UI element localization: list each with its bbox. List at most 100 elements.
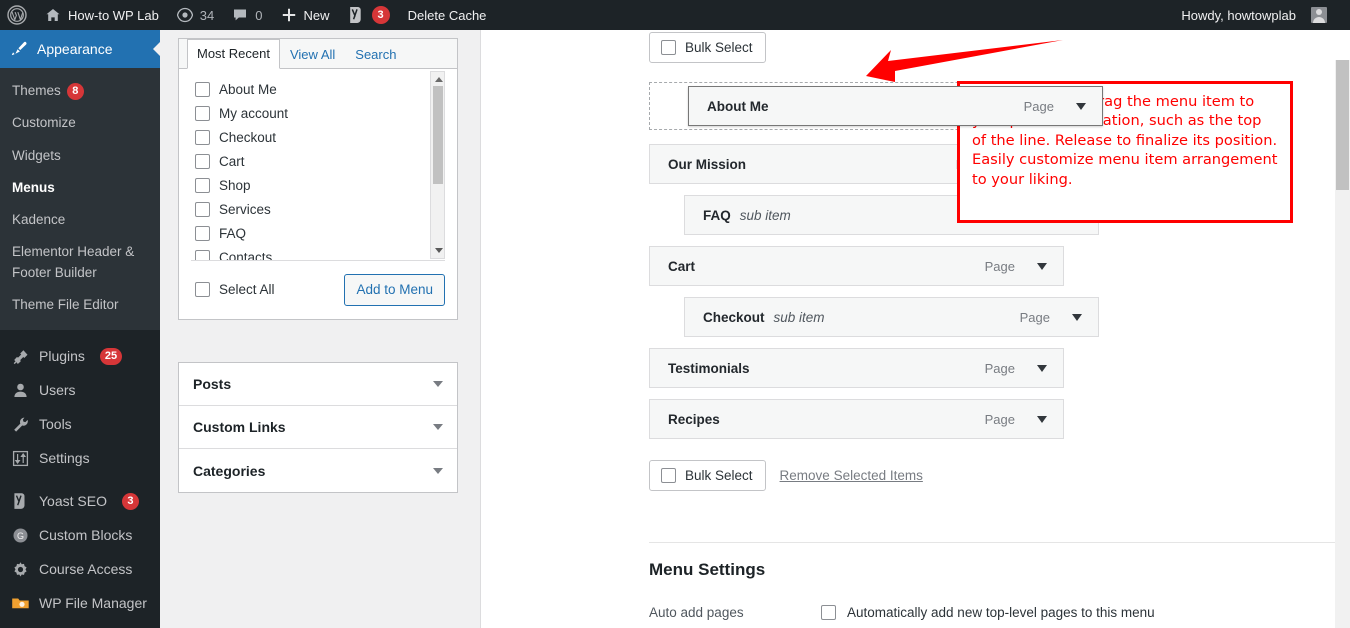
bulk-select-top-button[interactable]: Bulk Select [649,32,766,63]
chevron-down-icon[interactable] [1037,364,1047,372]
tab-most-recent[interactable]: Most Recent [187,39,280,69]
sidebar-subitem-kadence[interactable]: Kadence [0,204,160,236]
site-name-button[interactable]: How-to WP Lab [36,0,168,30]
auto-add-pages-checkbox[interactable] [821,604,836,620]
custom-blocks-icon: G [10,527,30,544]
page-checkbox-cart[interactable] [195,153,210,169]
add-menu-items-panel: Most Recent View All Search About Me My … [178,38,458,320]
tab-label: View All [289,47,336,63]
bulk-select-top: Bulk Select [649,32,766,63]
page-checkbox-faq[interactable] [195,225,210,241]
sidebar-item-course-access[interactable]: Course Access [0,552,160,586]
page-checkbox-checkout[interactable] [195,129,210,145]
menu-item-checkout[interactable]: Checkout sub item Page [684,297,1099,337]
page-scrollbar[interactable] [1335,60,1350,628]
accordion-label: Posts [193,376,232,392]
bulk-select-label: Bulk Select [685,468,753,483]
delete-cache-button[interactable]: Delete Cache [399,0,496,30]
select-all-row[interactable]: Select All [195,282,275,298]
accordion-posts[interactable]: Posts [179,363,457,406]
comments-button[interactable]: 0 [223,0,271,30]
user-icon [10,382,30,399]
gear-icon [10,561,30,578]
sidebar-subitem-label: Kadence [12,212,66,227]
sidebar-subitem-customize[interactable]: Customize [0,107,160,139]
svg-text:G: G [16,531,23,541]
chevron-down-icon[interactable] [1076,102,1086,110]
list-item[interactable]: My account [191,101,445,125]
sidebar-item-plugins[interactable]: Plugins 25 [0,339,160,373]
menu-item-cart[interactable]: Cart Page [649,246,1064,286]
sidebar-subitem-themes[interactable]: Themes 8 [0,75,160,107]
page-scrollbar-thumb[interactable] [1336,60,1349,190]
add-items-footer: Select All Add to Menu [179,261,457,319]
sidebar-item-custom-blocks[interactable]: G Custom Blocks [0,518,160,552]
accordion-categories[interactable]: Categories [179,449,457,492]
list-item[interactable]: Cart [191,149,445,173]
wordpress-logo-button[interactable] [0,0,36,30]
chevron-down-icon[interactable] [1072,313,1082,321]
scrollbar-thumb[interactable] [433,86,443,184]
list-item[interactable]: FAQ [191,221,445,245]
list-item[interactable]: Checkout [191,125,445,149]
list-item[interactable]: Shop [191,173,445,197]
sidebar-item-settings[interactable]: Settings [0,441,160,475]
pages-list-scrollbar[interactable] [430,71,445,259]
page-checkbox-shop[interactable] [195,177,210,193]
scroll-up-arrow-icon[interactable] [435,77,443,82]
yoast-icon [10,492,30,510]
select-all-checkbox[interactable] [195,282,210,298]
page-checkbox-contacts[interactable] [195,249,210,260]
tab-view-all[interactable]: View All [280,40,345,69]
plus-icon [281,7,297,23]
chevron-down-icon[interactable] [1037,415,1047,423]
list-item[interactable]: About Me [191,77,445,101]
add-to-menu-button[interactable]: Add to Menu [344,274,445,306]
page-checkbox-about-me[interactable] [195,81,210,97]
list-item[interactable]: Services [191,197,445,221]
scroll-down-arrow-icon[interactable] [435,248,443,253]
yoast-seo-button[interactable]: 3 [339,0,399,30]
sidebar-subitem-label: Theme File Editor [12,296,119,312]
user-avatar [1311,7,1327,23]
bulk-select-top-checkbox[interactable] [661,40,676,55]
tab-search[interactable]: Search [345,40,406,69]
sidebar-item-tools[interactable]: Tools [0,407,160,441]
menu-item-title: Checkout [703,309,765,325]
menu-item-type: Page [984,360,1015,376]
sidebar-subitem-menus[interactable]: Menus [0,172,160,204]
sidebar-item-wp-file-manager[interactable]: WP File Manager [0,586,160,620]
sidebar-item-label: WP File Manager [39,595,147,611]
home-icon [45,7,61,23]
updates-button[interactable]: 34 [168,0,223,30]
list-item[interactable]: Contacts [191,245,445,261]
pages-list: About Me My account Checkout Cart Shop S… [191,69,445,261]
accordion-custom-links[interactable]: Custom Links [179,406,457,449]
bulk-select-bottom-checkbox[interactable] [661,468,676,483]
sidebar-item-mega-menu[interactable]: Mega Menu [0,620,160,628]
auto-add-pages-option-label: Automatically add new top-level pages to… [847,604,1155,620]
menu-item-testimonials[interactable]: Testimonials Page [649,348,1064,388]
remove-selected-items-link[interactable]: Remove Selected Items [780,468,923,483]
page-label: Contacts [219,249,273,261]
sidebar-item-yoast-seo[interactable]: Yoast SEO 3 [0,484,160,518]
menu-item-recipes[interactable]: Recipes Page [649,399,1064,439]
menu-item-dragging-about-me[interactable]: About Me Page [688,86,1103,126]
sidebar-item-users[interactable]: Users [0,373,160,407]
page-checkbox-services[interactable] [195,201,210,217]
sidebar-item-appearance[interactable]: Appearance [0,30,161,68]
updates-count: 34 [199,7,215,23]
new-content-button[interactable]: New [272,0,339,30]
yoast-icon [348,6,365,24]
sidebar-subitem-elementor-header-footer-builder[interactable]: Elementor Header & Footer Builder [0,236,160,289]
sidebar-subitem-widgets[interactable]: Widgets [0,140,160,172]
page-checkbox-my-account[interactable] [195,105,210,121]
sidebar-subitem-theme-file-editor[interactable]: Theme File Editor [0,289,160,321]
sidebar-item-label: Course Access [39,561,133,577]
howdy-menu[interactable]: Howdy, howtowplab [1172,0,1336,30]
auto-add-pages-option[interactable]: Automatically add new top-level pages to… [821,604,1155,620]
chevron-down-icon[interactable] [1037,262,1047,270]
chevron-down-icon [433,381,443,387]
bulk-select-bottom-button[interactable]: Bulk Select [649,460,766,491]
